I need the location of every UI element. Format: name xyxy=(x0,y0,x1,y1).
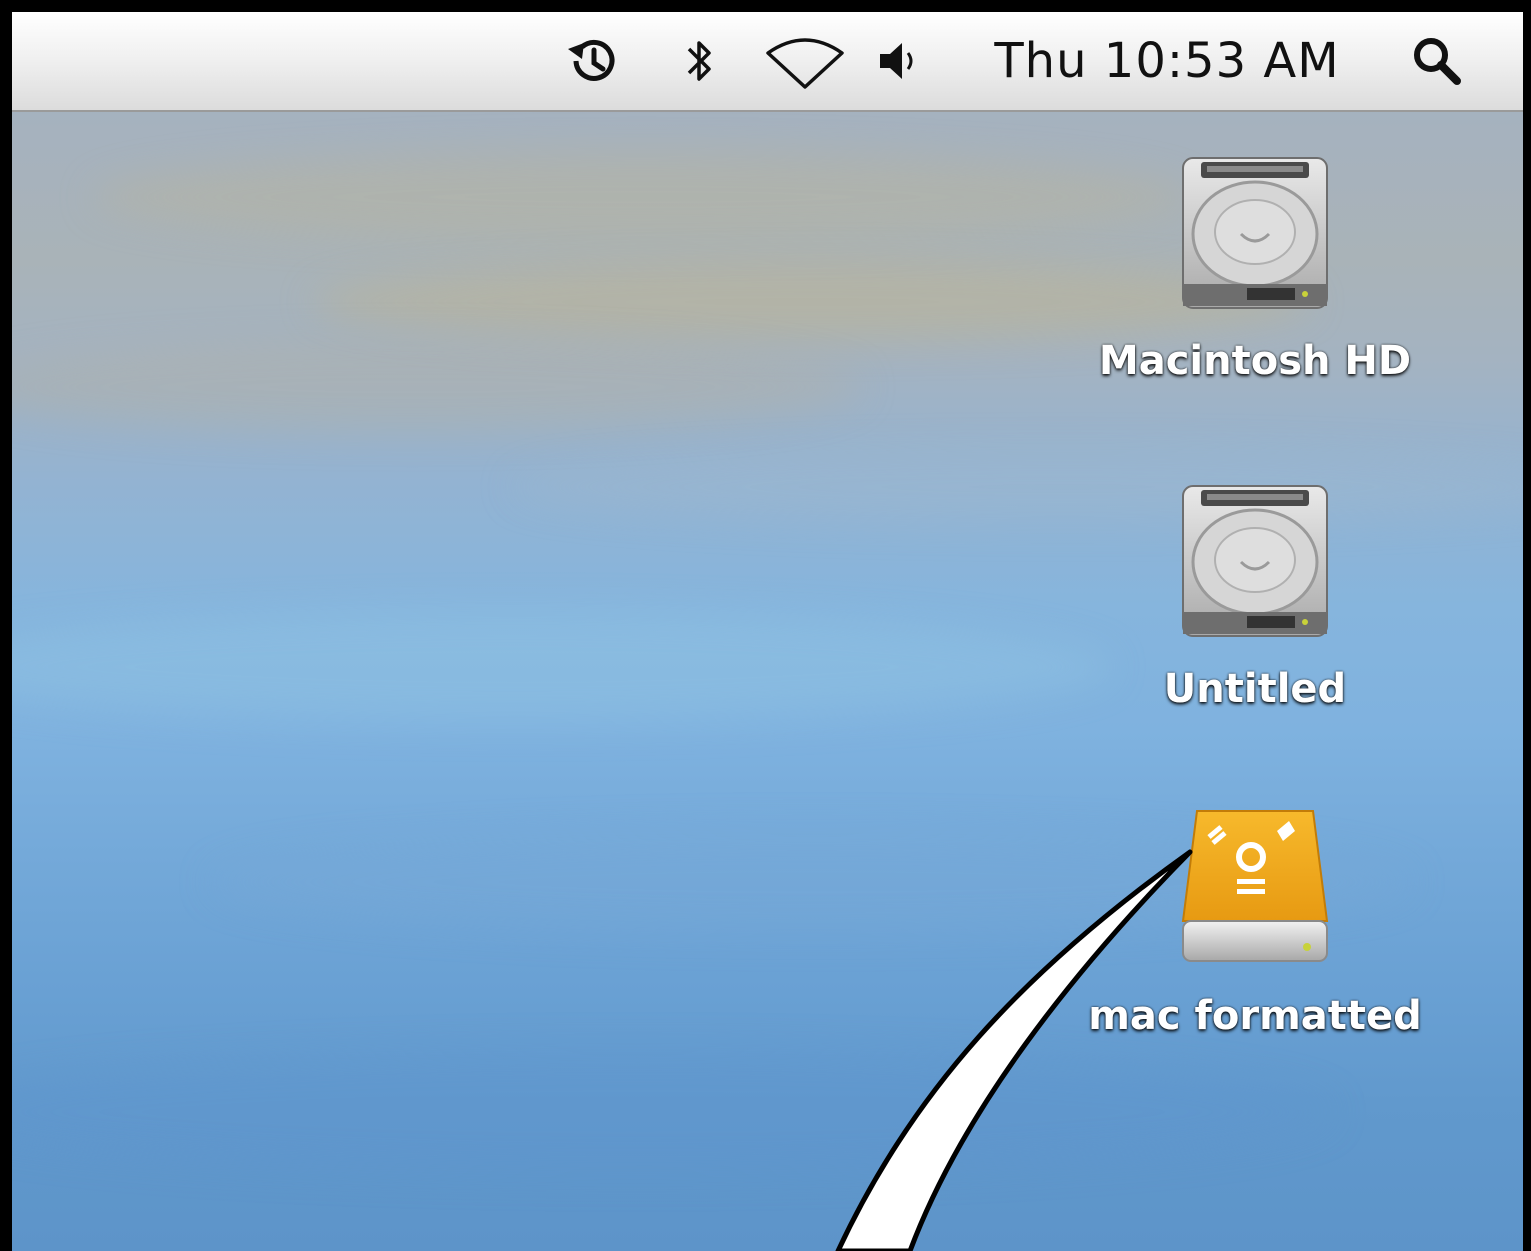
screenshot-frame: Thu 10:53 AM Macintosh HD Untitled mac f… xyxy=(0,0,1531,1251)
callout-pointer xyxy=(835,849,1193,1251)
desktop[interactable]: Thu 10:53 AM Macintosh HD Untitled mac f… xyxy=(12,12,1523,1251)
